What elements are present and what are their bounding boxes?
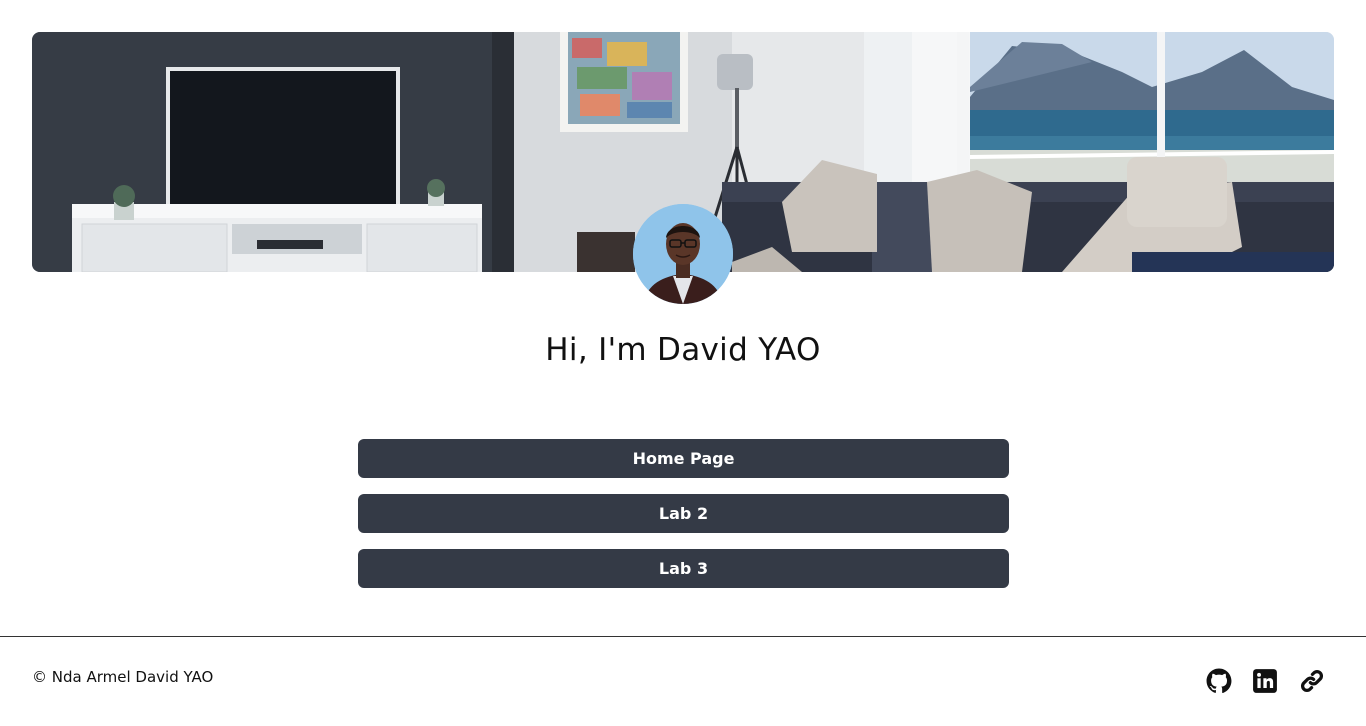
footer-divider xyxy=(0,636,1366,637)
linkedin-icon[interactable] xyxy=(1252,668,1278,694)
avatar xyxy=(633,204,733,304)
page-title: Hi, I'm David YAO xyxy=(545,332,821,368)
page: Hi, I'm David YAO Home Page Lab 2 Lab 3 … xyxy=(0,0,1366,726)
home-page-button[interactable]: Home Page xyxy=(358,439,1009,478)
lab-3-button[interactable]: Lab 3 xyxy=(358,549,1009,588)
footer-copyright: © Nda Armel David YAO xyxy=(32,668,214,686)
lab-2-button[interactable]: Lab 2 xyxy=(358,494,1009,533)
github-icon[interactable] xyxy=(1206,668,1232,694)
link-icon[interactable] xyxy=(1299,668,1325,694)
